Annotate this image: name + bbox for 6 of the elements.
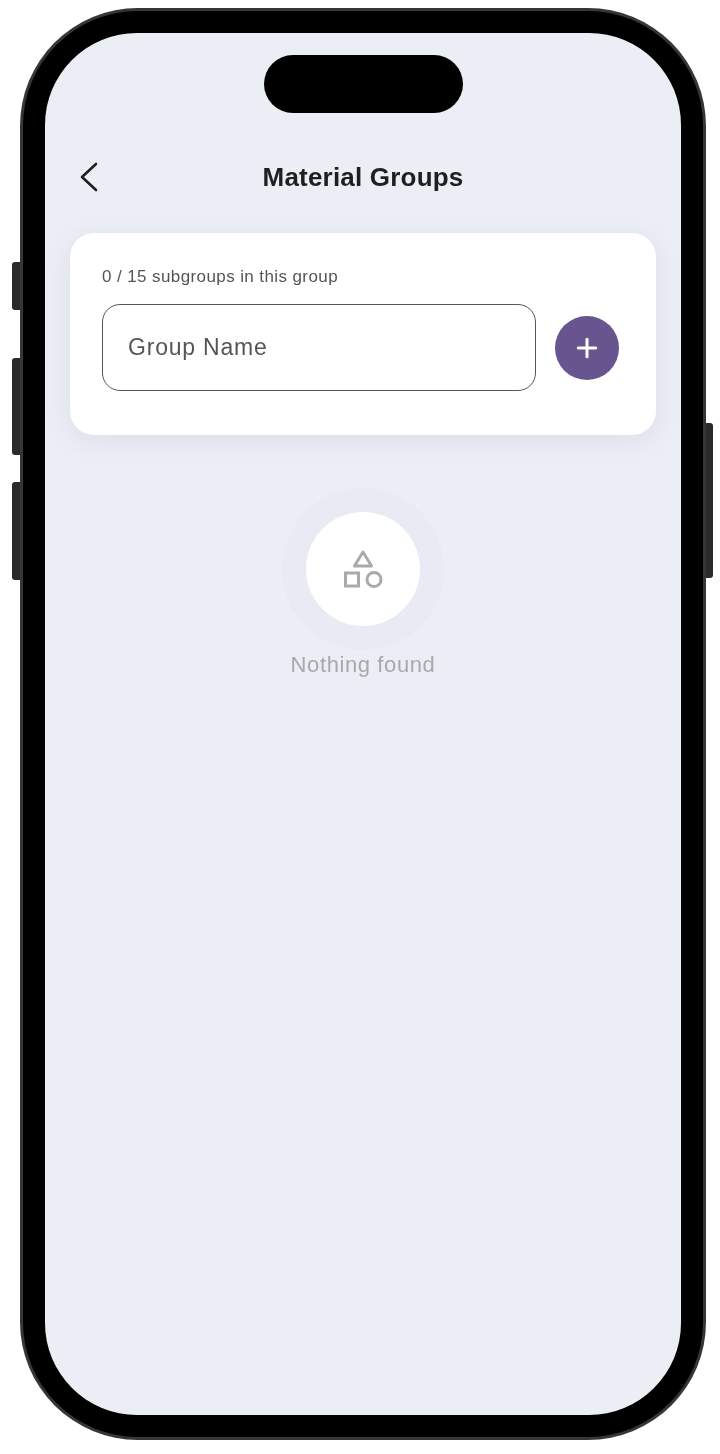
empty-state-message: Nothing found: [290, 652, 436, 678]
back-chevron-icon: [80, 162, 98, 192]
shapes-icon: [343, 549, 383, 589]
page-title: Material Groups: [262, 161, 464, 193]
subgroup-counter: 0 / 15 subgroups in this group: [102, 267, 339, 287]
group-name-field[interactable]: Group Name: [102, 304, 536, 391]
